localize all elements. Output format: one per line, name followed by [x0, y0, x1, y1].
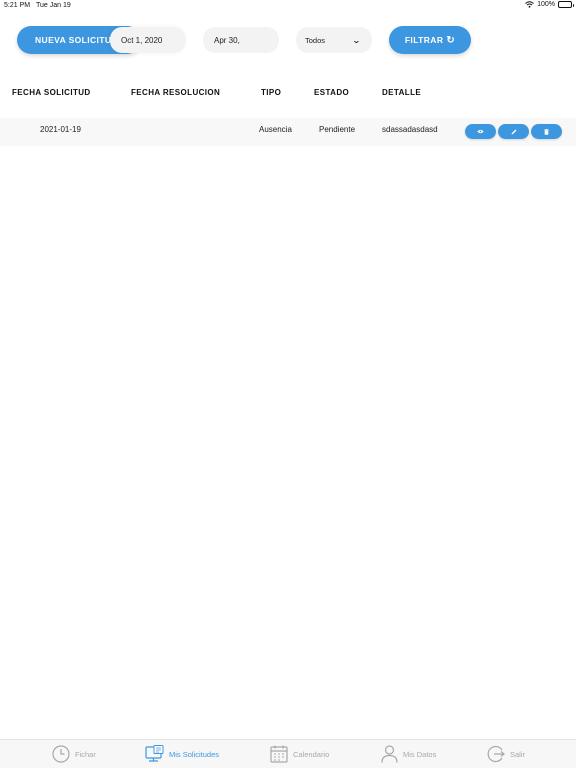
pencil-icon: [511, 129, 517, 135]
tab-mis-datos[interactable]: Mis Datos: [381, 745, 436, 763]
column-header-tipo: TIPO: [261, 88, 282, 97]
date-from-field[interactable]: Oct 1, 2020: [110, 27, 186, 53]
type-select[interactable]: Todos ⌄: [296, 27, 372, 53]
cell-estado: Pendiente: [319, 125, 356, 134]
logout-icon: [487, 745, 505, 763]
chevron-down-icon: ⌄: [352, 35, 362, 45]
wifi-icon: [525, 1, 534, 8]
status-time: 5:21 PM: [4, 2, 31, 9]
filter-button[interactable]: FILTRAR ↻: [389, 26, 471, 54]
cell-detalle: sdassadasdasd: [382, 125, 438, 134]
tab-label-calendario: Calendario: [293, 749, 330, 759]
monitor-list-icon: [145, 745, 164, 763]
tab-label-mis-datos: Mis Datos: [403, 749, 437, 759]
date-to-field[interactable]: Apr 30,: [203, 27, 279, 53]
table-header: FECHA SOLICITUD FECHA RESOLUCION TIPO ES…: [0, 88, 576, 100]
tab-label-fichar: Fichar: [75, 749, 96, 759]
column-header-fecha-solicitud: FECHA SOLICITUD: [12, 88, 91, 97]
battery-percent: 100%: [537, 1, 555, 8]
status-bar: 5:21 PM Tue Jan 19 100%: [0, 0, 576, 12]
tab-label-salir: Salir: [510, 749, 526, 759]
status-date: Tue Jan 19: [36, 2, 71, 9]
edit-button[interactable]: [498, 124, 529, 139]
row-actions: [465, 124, 562, 139]
refresh-icon: ↻: [446, 34, 456, 46]
status-indicators: 100%: [525, 1, 574, 8]
battery-icon: [558, 1, 574, 8]
column-header-fecha-resolucion: FECHA RESOLUCION: [131, 88, 221, 97]
column-header-estado: ESTADO: [314, 88, 350, 97]
calendar-icon: [270, 745, 288, 763]
tab-fichar[interactable]: Fichar: [52, 745, 96, 763]
filter-button-label: FILTRAR: [404, 35, 444, 45]
cell-fecha-solicitud: 2021-01-19: [40, 125, 81, 134]
clock-icon: [52, 745, 70, 763]
column-header-detalle: DETALLE: [382, 88, 422, 97]
trash-icon: [544, 128, 549, 135]
tab-calendario[interactable]: Calendario: [270, 745, 329, 763]
table-row: 2021-01-19 Ausencia Pendiente sdassadasd…: [0, 118, 576, 146]
tab-mis-solicitudes[interactable]: Mis Solicitudes: [145, 745, 219, 763]
user-icon: [381, 745, 398, 763]
type-select-value: Todos: [305, 35, 326, 45]
tab-salir[interactable]: Salir: [487, 745, 525, 763]
view-button[interactable]: [465, 124, 496, 139]
delete-button[interactable]: [531, 124, 562, 139]
tab-bar: Fichar Mis Solicitudes Calendario Mis Da…: [0, 739, 576, 768]
tab-label-mis-solicitudes: Mis Solicitudes: [169, 749, 220, 759]
eye-icon: [477, 129, 484, 134]
cell-tipo: Ausencia: [259, 125, 292, 134]
